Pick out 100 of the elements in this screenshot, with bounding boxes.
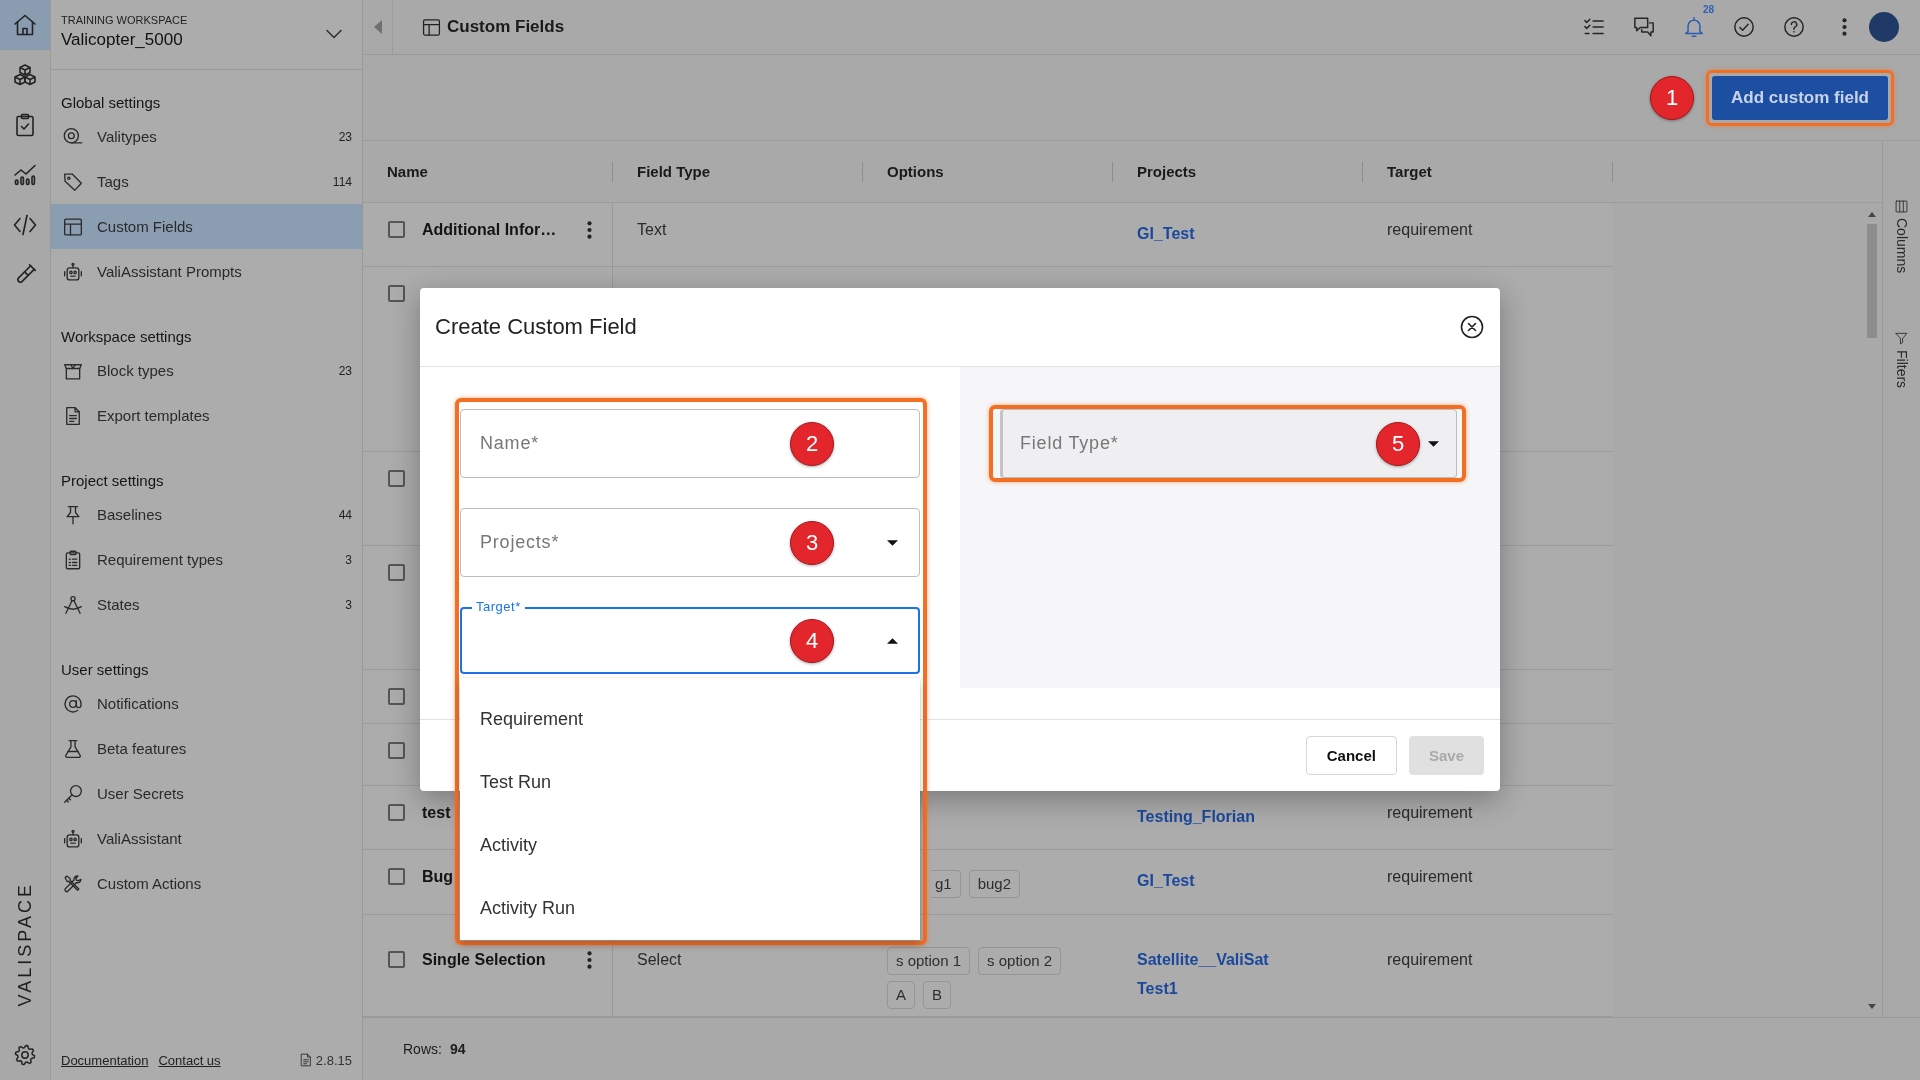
robot-icon: [63, 828, 83, 849]
target-text: requirement: [1387, 951, 1473, 968]
target-text: requirement: [1387, 221, 1473, 238]
field-name: Single Selection: [422, 951, 546, 969]
settings-icon[interactable]: [14, 1044, 36, 1066]
field-type-text: Select: [637, 951, 682, 968]
sidebar-item[interactable]: ValiAssistant Prompts: [51, 249, 362, 294]
row-checkbox[interactable]: [388, 868, 405, 885]
step-badge: 4: [790, 618, 834, 663]
target-text: requirement: [1387, 868, 1473, 885]
step-badge: 3: [790, 520, 834, 565]
sidebar-item[interactable]: ValiAssistant: [51, 816, 362, 861]
option-tag: g1: [931, 870, 961, 898]
item-count: 114: [332, 174, 352, 189]
cubes-icon: [13, 63, 37, 87]
sidebar-item[interactable]: Custom Actions: [51, 861, 362, 906]
column-header: Target: [1387, 163, 1432, 180]
layout-icon: [422, 17, 441, 37]
sidebar-item[interactable]: Requirement types 3: [51, 537, 362, 582]
help-icon[interactable]: [1783, 16, 1805, 38]
option-tag: s option 1: [887, 947, 971, 975]
project-link[interactable]: GI_Test: [1137, 872, 1195, 890]
section-title: Project settings: [61, 471, 164, 491]
tag-icon: [63, 171, 83, 192]
row-checkbox[interactable]: [388, 285, 405, 302]
scrollbar-thumb[interactable]: [1867, 224, 1877, 338]
clipboard-list-icon: [63, 549, 83, 570]
row-checkbox[interactable]: [388, 564, 405, 581]
target-text: requirement: [1387, 804, 1473, 821]
sidebar-item[interactable]: Notifications: [51, 681, 362, 726]
text-field[interactable]: Name* 2: [460, 409, 920, 478]
dialog-title: Create Custom Field: [435, 314, 637, 340]
version-label: 2.8.15: [315, 1052, 352, 1068]
sidebar-item[interactable]: Export templates: [51, 393, 362, 438]
avatar[interactable]: [1869, 12, 1899, 42]
close-icon[interactable]: [1460, 315, 1484, 339]
add-button[interactable]: Add custom field: [1712, 75, 1888, 120]
menu-item[interactable]: Activity Run: [460, 877, 920, 940]
select-field[interactable]: Target* 4: [460, 598, 920, 674]
row-checkbox[interactable]: [388, 470, 405, 487]
field-name: Additional Infor…: [422, 221, 557, 239]
page-title: Custom Fields: [447, 17, 565, 37]
footer-link[interactable]: Contact us: [158, 1052, 221, 1068]
sidebar-item[interactable]: Block types 23: [51, 348, 362, 393]
sidebar-item[interactable]: User Secrets: [51, 771, 362, 816]
row-checkbox[interactable]: [388, 221, 405, 238]
document-icon: [298, 1053, 313, 1067]
sidebar-item[interactable]: Valitypes 23: [51, 114, 362, 159]
sidebar-item[interactable]: Tags 114: [51, 159, 362, 204]
column-header: Options: [887, 163, 944, 180]
row-checkbox[interactable]: [388, 951, 405, 968]
sidebar-item[interactable]: Beta features: [51, 726, 362, 771]
column-header: Projects: [1137, 163, 1197, 180]
row-checkbox[interactable]: [388, 742, 405, 759]
option-tag: A: [887, 981, 915, 1009]
bell-icon[interactable]: [1683, 16, 1705, 38]
menu-item[interactable]: Requirement: [460, 688, 920, 751]
columns-icon: [1895, 200, 1908, 213]
clipboard-check-icon: [13, 113, 37, 137]
check-circle-icon[interactable]: [1733, 16, 1755, 38]
more-icon[interactable]: [587, 221, 592, 239]
menu-item[interactable]: Activity: [460, 814, 920, 877]
footer-link[interactable]: Documentation: [61, 1052, 149, 1068]
code-icon: [13, 213, 37, 237]
row-checkbox[interactable]: [388, 688, 405, 705]
field-name: Bug: [422, 868, 454, 886]
caret-up-icon: [887, 637, 898, 644]
menu-item[interactable]: Test Run: [460, 751, 920, 814]
logo: VALISPACE: [16, 881, 34, 1006]
scroll-down-icon[interactable]: [1868, 1004, 1876, 1009]
chevron-down-icon[interactable]: [326, 29, 342, 39]
more-icon[interactable]: [587, 951, 592, 969]
more-icon[interactable]: [1841, 18, 1847, 36]
nav-item[interactable]: [0, 0, 50, 50]
project-link[interactable]: Testing_Florian: [1137, 808, 1255, 826]
select-field[interactable]: Projects* 3: [460, 508, 920, 577]
row-checkbox[interactable]: [388, 804, 405, 821]
sidebar-item[interactable]: States 3: [51, 582, 362, 627]
flask-icon: [63, 738, 83, 759]
step-badge: 5: [1376, 421, 1420, 466]
step-badge: 1: [1650, 75, 1695, 120]
chat-icon[interactable]: [1633, 16, 1655, 38]
project-link[interactable]: Test1: [1137, 980, 1178, 998]
scroll-up-icon[interactable]: [1868, 212, 1876, 217]
project-link[interactable]: Satellite__ValiSat: [1137, 951, 1269, 969]
sidebar-item[interactable]: Custom Fields: [51, 204, 362, 249]
option-tag: B: [923, 981, 952, 1009]
document-icon: [63, 405, 83, 426]
project-link[interactable]: GI_Test: [1137, 225, 1195, 243]
chart-icon: [13, 163, 37, 187]
select-field[interactable]: Field Type* 5: [1000, 409, 1457, 478]
side-tab[interactable]: Columns: [1893, 200, 1910, 274]
workspace-caption: TRAINING WORKSPACE: [61, 14, 188, 27]
sidebar-item[interactable]: Baselines 44: [51, 492, 362, 537]
cancel-button[interactable]: Cancel: [1305, 736, 1397, 775]
workspace-name: Valicopter_5000: [61, 29, 183, 51]
column-header: Field Type: [637, 163, 711, 180]
side-tab[interactable]: Filters: [1893, 332, 1910, 389]
column-header: Name: [387, 163, 428, 180]
step-badge: 2: [790, 421, 834, 466]
